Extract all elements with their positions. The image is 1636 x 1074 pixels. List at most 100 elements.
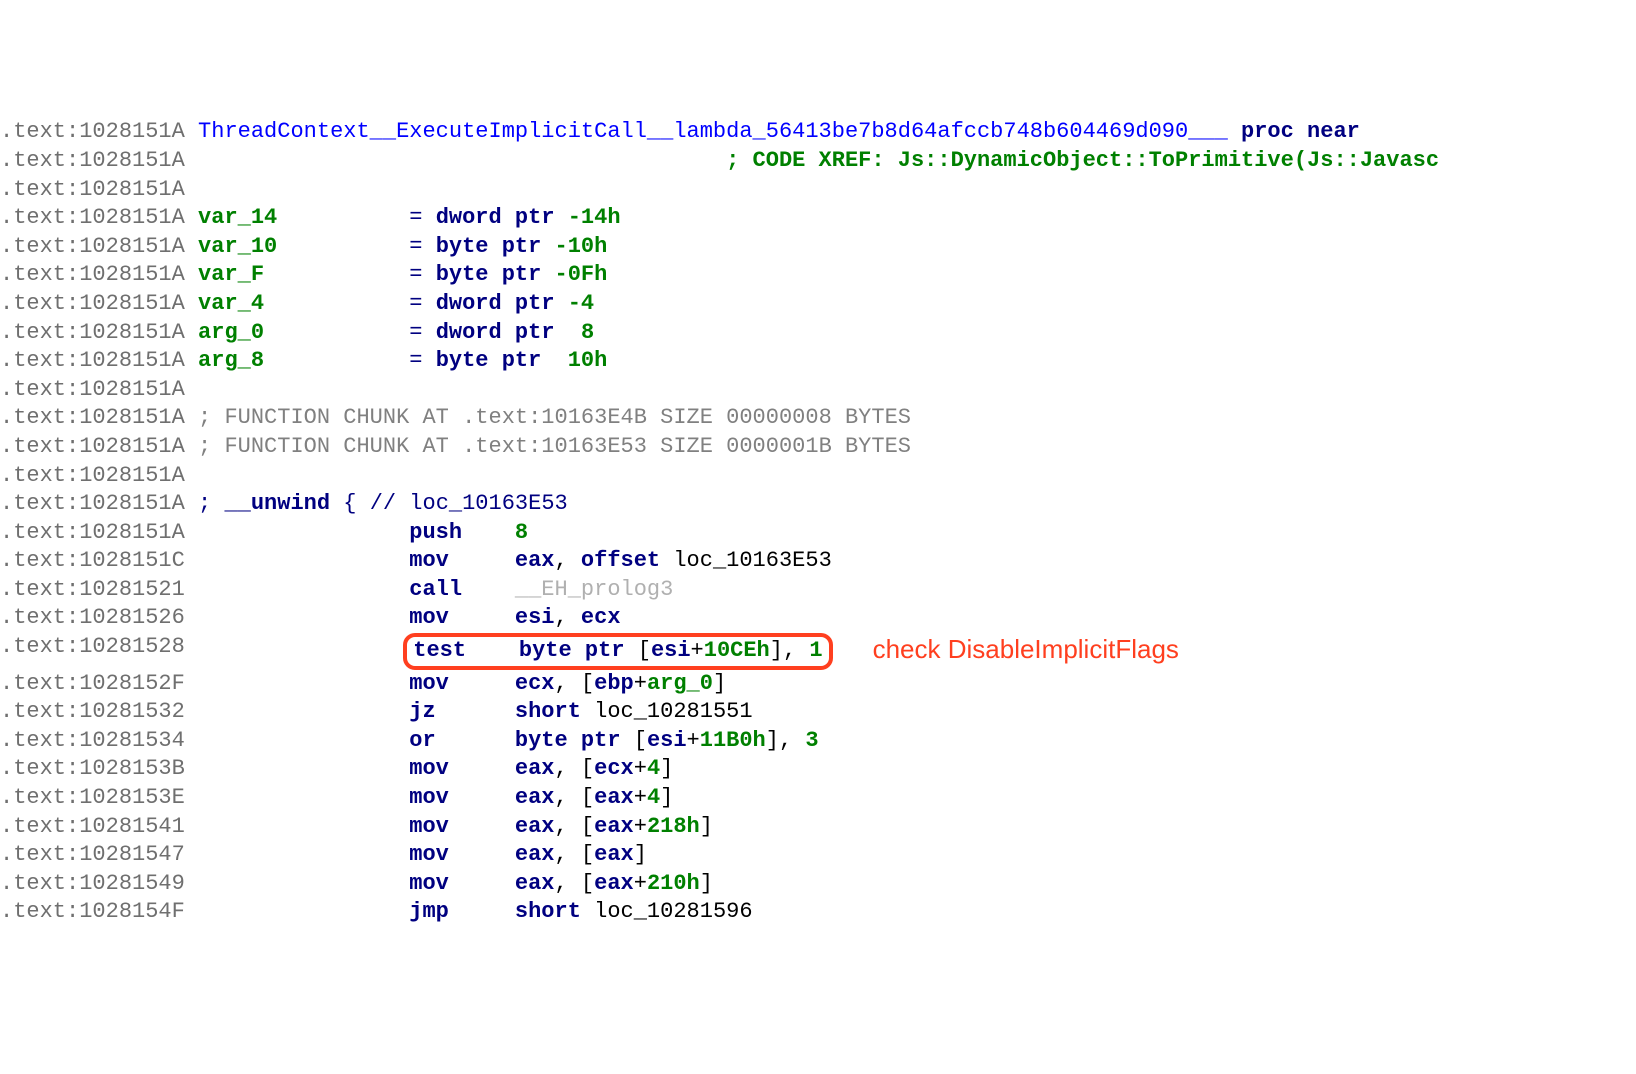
token: 10h — [568, 347, 608, 376]
token: = — [409, 290, 422, 319]
token: mov — [409, 841, 449, 870]
token: mov — [409, 670, 449, 699]
segment-address: .text:1028151C — [0, 547, 185, 576]
disasm-line[interactable]: .text:1028151A — [0, 176, 1636, 205]
token: loc_10281596 — [581, 898, 753, 927]
token: eax — [515, 784, 555, 813]
segment-address: .text:1028151A — [0, 147, 185, 176]
disasm-line[interactable]: .text:1028151A ThreadContext__ExecuteImp… — [0, 118, 1636, 147]
token — [185, 204, 198, 233]
token — [185, 118, 198, 147]
disasm-line[interactable]: .text:1028151A var_F = byte ptr -0Fh — [0, 261, 1636, 290]
token — [449, 547, 515, 576]
token: , [ — [555, 813, 595, 842]
disasm-line[interactable]: .text:10281528 test byte ptr [esi+10CEh]… — [0, 633, 1636, 670]
disasm-line[interactable]: .text:1028151A — [0, 376, 1636, 405]
disasm-line[interactable]: .text:1028151A ; __unwind { // loc_10163… — [0, 490, 1636, 519]
token — [185, 755, 409, 784]
disasm-line[interactable]: .text:10281532 jz short loc_10281551 — [0, 698, 1636, 727]
disasm-line[interactable]: .text:1028151A var_10 = byte ptr -10h — [0, 233, 1636, 262]
token: = — [409, 233, 422, 262]
token — [423, 261, 436, 290]
disasm-line[interactable]: .text:10281521 call __EH_prolog3 — [0, 576, 1636, 605]
token: mov — [409, 870, 449, 899]
token: esi — [647, 727, 687, 756]
disasm-line[interactable]: .text:1028151A arg_0 = dword ptr 8 — [0, 319, 1636, 348]
disasm-line[interactable]: .text:10281547 mov eax, [eax] — [0, 841, 1636, 870]
disasm-line[interactable]: .text:10281534 or byte ptr [esi+11B0h], … — [0, 727, 1636, 756]
token: ; — [198, 404, 211, 433]
disasm-line[interactable]: .text:1028151A — [0, 462, 1636, 491]
disasm-line[interactable]: .text:1028151A var_4 = dword ptr -4 — [0, 290, 1636, 319]
disasm-line[interactable]: .text:1028151A ; FUNCTION CHUNK AT .text… — [0, 404, 1636, 433]
segment-address: .text:10281526 — [0, 604, 185, 633]
token: -4 — [568, 290, 594, 319]
token: FUNCTION CHUNK AT — [211, 433, 462, 462]
token: byte ptr — [436, 347, 542, 376]
token: test — [413, 638, 466, 663]
token: .text:10163E4B — [462, 404, 647, 433]
token: [ — [621, 727, 647, 756]
disasm-line[interactable]: .text:1028151A arg_8 = byte ptr 10h — [0, 347, 1636, 376]
token: proc — [1241, 118, 1294, 147]
token — [185, 841, 409, 870]
token: eax — [515, 813, 555, 842]
token: , [ — [555, 841, 595, 870]
token — [555, 204, 568, 233]
token: eax — [594, 841, 634, 870]
segment-address: .text:1028151A — [0, 433, 185, 462]
segment-address: .text:10281541 — [0, 813, 185, 842]
token: near — [1307, 118, 1360, 147]
segment-address: .text:1028153E — [0, 784, 185, 813]
token — [555, 319, 581, 348]
token: ecx — [581, 604, 621, 633]
segment-address: .text:1028151A — [0, 118, 185, 147]
token — [185, 870, 409, 899]
token: + — [634, 813, 647, 842]
token: , — [555, 604, 581, 633]
token: = — [409, 319, 422, 348]
token — [466, 638, 519, 663]
disasm-line[interactable]: .text:1028151A ; FUNCTION CHUNK AT .text… — [0, 433, 1636, 462]
disasm-line[interactable]: .text:1028151A var_14 = dword ptr -14h — [0, 204, 1636, 233]
token — [449, 755, 515, 784]
token — [555, 290, 568, 319]
token — [264, 261, 409, 290]
token — [277, 233, 409, 262]
token: eax — [594, 813, 634, 842]
token: var_F — [198, 261, 264, 290]
disasm-line[interactable]: .text:1028151A push 8 — [0, 519, 1636, 548]
token — [185, 898, 409, 927]
segment-address: .text:10281528 — [0, 633, 185, 670]
token: eax — [515, 841, 555, 870]
disassembly-listing: .text:1028151A ThreadContext__ExecuteImp… — [0, 118, 1636, 927]
disasm-line[interactable]: .text:10281541 mov eax, [eax+218h] — [0, 813, 1636, 842]
token — [185, 519, 409, 548]
disasm-line[interactable]: .text:1028151C mov eax, offset loc_10163… — [0, 547, 1636, 576]
disasm-line[interactable]: .text:1028153E mov eax, [eax+4] — [0, 784, 1636, 813]
segment-address: .text:1028151A — [0, 290, 185, 319]
disasm-line[interactable]: .text:10281526 mov esi, ecx — [0, 604, 1636, 633]
token: ThreadContext__ExecuteImplicitCall__lamb… — [198, 118, 1228, 147]
token: eax — [515, 547, 555, 576]
token: , [ — [555, 670, 595, 699]
token: 4 — [647, 755, 660, 784]
disasm-line[interactable]: .text:10281549 mov eax, [eax+210h] — [0, 870, 1636, 899]
token: 3 — [805, 727, 818, 756]
disasm-line[interactable]: .text:1028152F mov ecx, [ebp+arg_0] — [0, 670, 1636, 699]
token: 210h — [647, 870, 700, 899]
token — [541, 233, 554, 262]
token: ] — [700, 870, 713, 899]
token: 4 — [647, 784, 660, 813]
segment-address: .text:1028152F — [0, 670, 185, 699]
disasm-line[interactable]: .text:1028153B mov eax, [ecx+4] — [0, 755, 1636, 784]
segment-address: .text:10281547 — [0, 841, 185, 870]
token: loc_10163E53 — [660, 547, 832, 576]
token: ; CODE XREF: Js::DynamicObject::ToPrimit… — [726, 147, 1439, 176]
token: ; — [198, 490, 211, 519]
disasm-line[interactable]: .text:1028151A ; CODE XREF: Js::DynamicO… — [0, 147, 1636, 176]
disasm-line[interactable]: .text:1028154F jmp short loc_10281596 — [0, 898, 1636, 927]
segment-address: .text:1028151A — [0, 261, 185, 290]
token: FUNCTION CHUNK AT — [211, 404, 462, 433]
token: dword ptr — [436, 290, 555, 319]
